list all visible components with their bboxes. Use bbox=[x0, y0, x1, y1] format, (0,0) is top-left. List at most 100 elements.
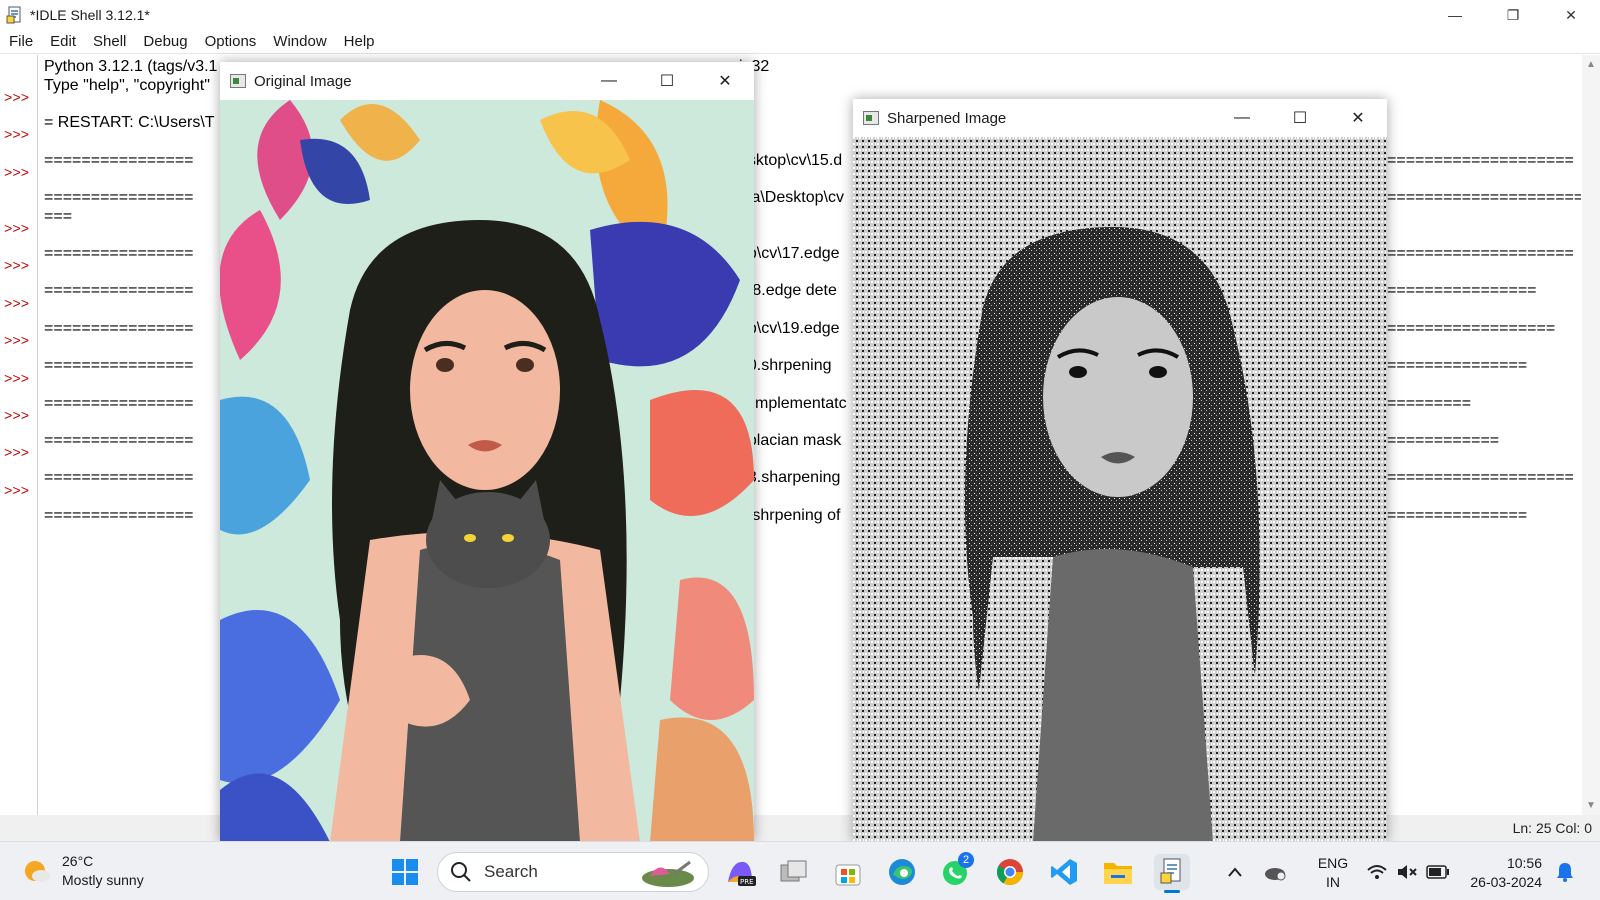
taskbar: 26°C Mostly sunny Search PRE 2 ENG IN 10… bbox=[0, 841, 1600, 900]
language-bottom: IN bbox=[1326, 874, 1340, 890]
shell-line-fragment: op\cv\17.edge bbox=[739, 245, 840, 262]
scroll-up-icon[interactable]: ▲ bbox=[1586, 59, 1596, 70]
notification-bell-icon[interactable] bbox=[1552, 854, 1578, 890]
shell-prompt: >>> bbox=[4, 91, 30, 107]
shell-line-fragment: esktop\cv\15.d bbox=[739, 151, 843, 169]
weather-desc: Mostly sunny bbox=[62, 872, 144, 888]
chrome-icon[interactable] bbox=[992, 854, 1028, 890]
shell-line-fragment: ================ bbox=[1387, 282, 1537, 300]
shell-prompt: >>> bbox=[4, 446, 30, 463]
taskbar-search[interactable]: Search bbox=[437, 852, 709, 892]
shell-line: ================ bbox=[44, 394, 194, 412]
search-highlight-icon bbox=[642, 860, 694, 887]
shell-line: Type "help", "copyright" bbox=[44, 76, 210, 94]
shell-line-fragment: ============ bbox=[1387, 432, 1500, 449]
shell-line: = RESTART: C:\Users\T bbox=[44, 114, 215, 132]
shell-prompt: >>> bbox=[4, 221, 30, 238]
shell-line-fragment: ==================== bbox=[1387, 245, 1574, 262]
shell-line: ================ bbox=[44, 245, 194, 262]
shell-line-fragment: ========================= bbox=[1387, 188, 1581, 206]
image-window-icon bbox=[863, 111, 879, 125]
close-icon[interactable]: ✕ bbox=[1329, 99, 1387, 137]
shell-line-fragment: ========= bbox=[1387, 394, 1472, 412]
close-button[interactable]: ✕ bbox=[1542, 0, 1600, 30]
idle-titlebar: *IDLE Shell 3.12.1* — ❐ ✕ bbox=[0, 0, 1600, 30]
wifi-icon[interactable] bbox=[1365, 854, 1389, 890]
vertical-scrollbar[interactable]: ▲ ▼ bbox=[1582, 55, 1600, 815]
shell-line-fragment: eja\Desktop\cv bbox=[739, 188, 844, 206]
search-icon bbox=[451, 862, 471, 882]
weather-widget[interactable]: 26°C Mostly sunny bbox=[22, 852, 144, 890]
task-view-icon[interactable] bbox=[776, 854, 812, 890]
speaker-muted-icon[interactable] bbox=[1395, 854, 1419, 890]
shell-prompt: >>> bbox=[4, 259, 30, 276]
search-label: Search bbox=[484, 862, 538, 881]
shell-prompt: >>> bbox=[4, 296, 30, 313]
shell-line: ================ bbox=[44, 282, 194, 300]
shell-line: ================ bbox=[44, 151, 194, 169]
scroll-down-icon[interactable]: ▼ bbox=[1586, 800, 1596, 811]
shell-line: ================ bbox=[44, 432, 194, 449]
shell-line: === bbox=[44, 207, 73, 225]
shell-line-fragment: =============== bbox=[1387, 506, 1528, 524]
menu-shell[interactable]: Shell bbox=[84, 30, 134, 54]
clock[interactable]: 10:56 26-03-2024 bbox=[1462, 854, 1542, 892]
minimize-button[interactable]: — bbox=[1426, 0, 1484, 30]
shell-line-fragment: ==================== bbox=[1387, 469, 1574, 487]
original-image-window[interactable]: Original Image — ☐ ✕ bbox=[220, 62, 754, 842]
shell-prompt: >>> bbox=[4, 483, 30, 500]
shell-line-fragment: ================== bbox=[1387, 319, 1556, 337]
cursor-position: Ln: 25 Col: 0 bbox=[1512, 820, 1592, 836]
sharpened-image-canvas bbox=[853, 137, 1387, 842]
shell-line: ================ bbox=[44, 469, 194, 487]
copilot-taskbar-icon[interactable]: PRE bbox=[722, 854, 758, 890]
menu-bar: File Edit Shell Debug Options Window Hel… bbox=[0, 30, 1600, 54]
shell-line: ================ bbox=[44, 188, 194, 206]
shell-line-fragment: aplacian mask bbox=[739, 432, 842, 449]
maximize-icon[interactable]: ☐ bbox=[1271, 99, 1329, 137]
shell-line-fragment: 4.shrpening of bbox=[739, 506, 841, 524]
maximize-icon[interactable]: ☐ bbox=[638, 62, 696, 100]
menu-debug[interactable]: Debug bbox=[134, 30, 195, 54]
shell-line: ================ bbox=[44, 357, 194, 375]
sharpened-image-window[interactable]: Sharpened Image — ☐ ✕ bbox=[853, 99, 1387, 842]
shell-prompt: >>> bbox=[4, 334, 30, 351]
menu-window[interactable]: Window bbox=[264, 30, 334, 54]
shell-line-fragment: ==================== bbox=[1387, 151, 1574, 169]
shell-line-fragment: 23.sharpening bbox=[739, 469, 841, 487]
active-indicator bbox=[1164, 890, 1180, 893]
menu-options[interactable]: Options bbox=[196, 30, 265, 54]
shell-line: ================ bbox=[44, 319, 194, 337]
image-window-icon bbox=[230, 74, 246, 88]
restore-button[interactable]: ❐ bbox=[1484, 0, 1542, 30]
menu-help[interactable]: Help bbox=[335, 30, 383, 54]
shell-line: Python 3.12.1 (tags/v3.1 bbox=[44, 58, 218, 75]
idle-app-icon bbox=[6, 6, 24, 24]
language-indicator[interactable]: ENG IN bbox=[1313, 854, 1353, 892]
shell-line-fragment: k implementatc bbox=[739, 394, 847, 412]
close-icon[interactable]: ✕ bbox=[696, 62, 754, 100]
chevron-up-icon[interactable] bbox=[1225, 854, 1245, 890]
shell-line-fragment: op\cv\19.edge bbox=[739, 319, 840, 337]
shell-prompt: >>> bbox=[4, 128, 30, 145]
onedrive-icon[interactable] bbox=[1262, 854, 1288, 890]
idle-taskbar-icon[interactable] bbox=[1154, 854, 1190, 893]
whatsapp-icon[interactable]: 2 bbox=[938, 852, 974, 890]
microsoft-store-icon[interactable] bbox=[830, 854, 866, 890]
file-explorer-icon[interactable] bbox=[1100, 854, 1136, 890]
shell-line: ================ bbox=[44, 506, 194, 524]
sharpened-image-titlebar[interactable]: Sharpened Image — ☐ ✕ bbox=[853, 99, 1387, 137]
language-top: ENG bbox=[1317, 855, 1349, 871]
menu-edit[interactable]: Edit bbox=[41, 30, 84, 54]
menu-file[interactable]: File bbox=[0, 30, 41, 54]
whatsapp-badge: 2 bbox=[958, 852, 974, 868]
shell-prompt: >>> bbox=[4, 408, 30, 425]
minimize-icon[interactable]: — bbox=[580, 62, 638, 100]
minimize-icon[interactable]: — bbox=[1213, 99, 1271, 137]
vscode-icon[interactable] bbox=[1046, 854, 1082, 890]
start-button[interactable] bbox=[387, 854, 423, 890]
battery-icon[interactable] bbox=[1425, 854, 1451, 890]
edge-browser-icon[interactable] bbox=[884, 854, 920, 890]
original-image-titlebar[interactable]: Original Image — ☐ ✕ bbox=[220, 62, 754, 100]
shell-prompt: >>> bbox=[4, 165, 30, 182]
